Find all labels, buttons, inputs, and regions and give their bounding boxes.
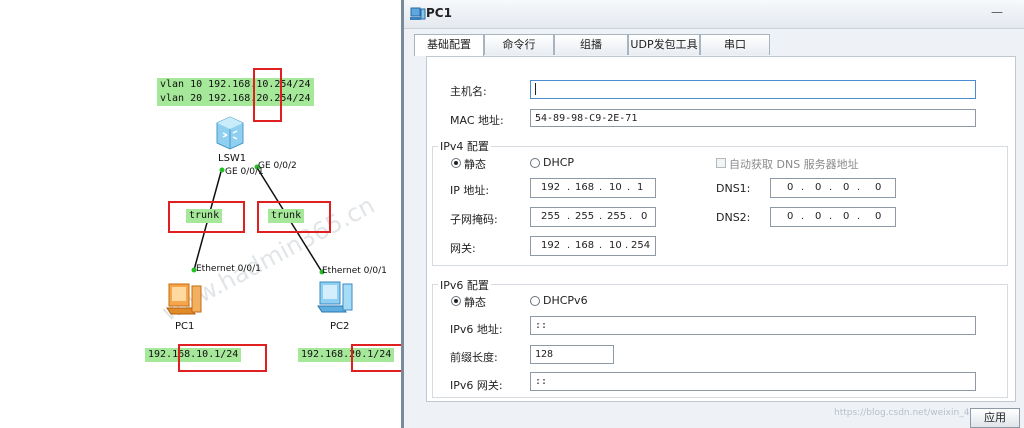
pc1-name: PC1 <box>175 321 195 332</box>
tab-udp-tool[interactable]: UDP发包工具 <box>628 34 700 55</box>
highlight-box <box>257 201 331 233</box>
port-dot-sw-left <box>219 167 225 173</box>
ipv6-address-input[interactable]: :: <box>530 316 976 335</box>
prefix-length-label: 前缀长度: <box>450 351 498 364</box>
ipv6-dhcp-label: DHCPv6 <box>543 294 588 307</box>
prefix-length-input[interactable]: 128 <box>530 345 614 364</box>
apply-button[interactable]: 应用 <box>970 408 1020 428</box>
ipv4-static-label: 静态 <box>464 158 486 171</box>
highlight-box <box>168 201 245 233</box>
ipv6-dhcp-radio[interactable] <box>530 296 540 306</box>
gateway-label: 网关: <box>450 242 476 255</box>
tab-serial-port[interactable]: 串口 <box>700 34 770 55</box>
hostname-input[interactable] <box>530 80 976 99</box>
pc2-icon[interactable] <box>316 278 356 316</box>
topology-canvas[interactable]: www.hadmin365.cn vlan 10 192.168.10.254/… <box>0 0 401 428</box>
ip-address-input[interactable]: 192. 168. 10. 1 <box>530 178 656 198</box>
dns1-label: DNS1: <box>716 182 751 195</box>
tab-multicast[interactable]: 组播 <box>554 34 628 55</box>
ip-address-label: IP 地址: <box>450 184 490 197</box>
ipv6-static-label: 静态 <box>464 296 486 309</box>
dialog-titlebar[interactable]: PC1 — <box>404 0 1024 29</box>
highlight-box <box>178 344 267 372</box>
port-label-sw-right: GE 0/0/2 <box>258 161 297 171</box>
hostname-label: 主机名: <box>450 85 487 98</box>
pc1-icon[interactable] <box>165 280 205 318</box>
switch-icon[interactable] <box>213 115 247 151</box>
pc2-name: PC2 <box>330 321 350 332</box>
ipv6-static-radio[interactable] <box>451 296 461 306</box>
port-label-pc1: Ethernet 0/0/1 <box>196 264 261 274</box>
pc-app-icon <box>410 7 426 20</box>
auto-dns-checkbox[interactable] <box>716 158 726 168</box>
dns1-input[interactable]: 0. 0. 0. 0 <box>770 178 896 198</box>
highlight-box <box>351 344 401 372</box>
ipv4-dhcp-label: DHCP <box>543 156 575 169</box>
switch-name: LSW1 <box>218 153 247 164</box>
dns2-input[interactable]: 0. 0. 0. 0 <box>770 207 896 227</box>
mac-input[interactable]: 54-89-98-C9-2E-71 <box>530 109 976 127</box>
ipv6-gateway-input[interactable]: :: <box>530 372 976 391</box>
mac-label: MAC 地址: <box>450 114 504 127</box>
subnet-mask-label: 子网掩码: <box>450 213 498 226</box>
auto-dns-label: 自动获取 DNS 服务器地址 <box>729 158 859 171</box>
ipv6-address-label: IPv6 地址: <box>450 323 503 336</box>
dialog-title: PC1 <box>426 6 452 20</box>
ipv4-section-title: IPv4 配置 <box>438 138 491 154</box>
port-label-pc2: Ethernet 0/0/1 <box>322 266 387 276</box>
text-cursor <box>535 83 536 95</box>
dns2-label: DNS2: <box>716 211 751 224</box>
gateway-input[interactable]: 192. 168. 10. 254 <box>530 236 656 256</box>
ipv4-static-radio[interactable] <box>451 158 461 168</box>
tab-basic-config[interactable]: 基础配置 <box>414 34 484 56</box>
ipv6-section-title: IPv6 配置 <box>438 277 491 293</box>
ipv6-gateway-label: IPv6 网关: <box>450 379 503 392</box>
tab-command-line[interactable]: 命令行 <box>484 34 554 55</box>
footer-watermark: https://blog.csdn.net/weixin_46... <box>834 408 984 418</box>
pc-config-dialog: PC1 — 基础配置 命令行 组播 UDP发包工具 串口 主机名: MAC 地址… <box>404 0 1024 428</box>
minimize-button[interactable]: — <box>990 6 1004 20</box>
ipv4-dhcp-radio[interactable] <box>530 158 540 168</box>
subnet-mask-input[interactable]: 255. 255. 255. 0 <box>530 207 656 227</box>
